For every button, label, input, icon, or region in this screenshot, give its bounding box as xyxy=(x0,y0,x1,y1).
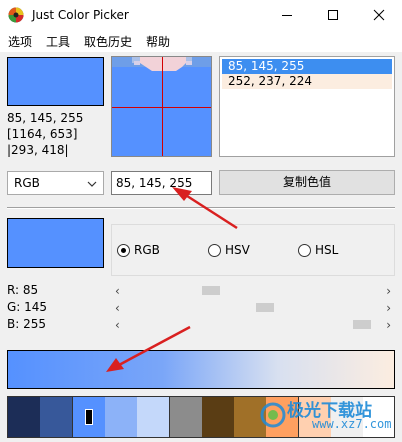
minimize-icon xyxy=(282,15,292,16)
window-position-readout: |293, 418| xyxy=(7,143,69,157)
screen-position-readout: [1164, 653] xyxy=(7,127,78,141)
blue-channel-label: B: 255 xyxy=(7,317,46,331)
maximize-icon xyxy=(328,10,338,20)
watermark: 极光下载站 www.xz7.com xyxy=(256,396,396,438)
color-picker-logo-icon xyxy=(8,7,24,23)
close-button[interactable] xyxy=(356,0,402,30)
chevron-right-icon[interactable]: › xyxy=(386,301,391,315)
radio-label: HSV xyxy=(225,243,250,257)
palette-swatch[interactable] xyxy=(201,397,235,437)
chevron-left-icon[interactable]: ‹ xyxy=(115,301,120,315)
menu-color-history[interactable]: 取色历史 xyxy=(84,33,132,50)
minimize-button[interactable] xyxy=(264,0,310,30)
palette-swatch[interactable] xyxy=(137,397,171,437)
green-slider[interactable]: ‹ › xyxy=(111,301,395,315)
menu-help[interactable]: 帮助 xyxy=(146,33,170,50)
palette-swatch[interactable] xyxy=(169,397,203,437)
color-format-value: RGB xyxy=(14,176,40,190)
menu-tools[interactable]: 工具 xyxy=(46,33,70,50)
color-format-select[interactable]: RGB xyxy=(7,171,104,195)
slider-thumb[interactable] xyxy=(353,320,371,329)
current-color-swatch xyxy=(7,57,104,106)
red-channel-label: R: 85 xyxy=(7,283,39,297)
palette-swatch[interactable] xyxy=(104,397,138,437)
history-item[interactable]: 85, 145, 255 xyxy=(222,59,392,74)
radio-indicator xyxy=(117,244,130,257)
selected-color-swatch xyxy=(7,218,104,268)
current-palette-marker xyxy=(84,409,93,425)
history-item[interactable]: 252, 237, 224 xyxy=(222,74,392,89)
radio-label: RGB xyxy=(134,243,160,257)
maximize-button[interactable] xyxy=(310,0,356,30)
rgb-readout: 85, 145, 255 xyxy=(7,111,84,125)
watermark-url: www.xz7.com xyxy=(312,417,392,431)
zoom-magnifier xyxy=(111,56,212,157)
palette-swatch[interactable] xyxy=(8,397,41,437)
menu-bar: 选项 工具 取色历史 帮助 xyxy=(0,30,402,52)
palette-swatch[interactable] xyxy=(72,397,106,437)
color-value-input[interactable] xyxy=(111,171,212,195)
chevron-right-icon[interactable]: › xyxy=(386,318,391,332)
color-history-list[interactable]: 85, 145, 255 252, 237, 224 xyxy=(219,56,395,157)
title-bar: Just Color Picker xyxy=(0,0,402,30)
palette-swatch[interactable] xyxy=(40,397,74,437)
magnifier-view xyxy=(112,57,211,156)
watermark-logo-icon xyxy=(260,402,286,428)
color-gradient-bar[interactable] xyxy=(7,350,395,389)
radio-label: HSL xyxy=(315,243,339,257)
slider-thumb[interactable] xyxy=(202,286,221,295)
chevron-right-icon[interactable]: › xyxy=(386,284,391,298)
menu-options[interactable]: 选项 xyxy=(8,33,32,50)
window-title: Just Color Picker xyxy=(32,8,129,22)
separator xyxy=(7,207,395,209)
blue-slider[interactable]: ‹ › xyxy=(111,318,395,332)
chevron-left-icon[interactable]: ‹ xyxy=(115,284,120,298)
close-icon xyxy=(373,9,385,21)
chevron-down-icon xyxy=(87,181,97,187)
chevron-left-icon[interactable]: ‹ xyxy=(115,318,120,332)
radio-indicator xyxy=(208,244,221,257)
radio-indicator xyxy=(298,244,311,257)
copy-color-button[interactable]: 复制色值 xyxy=(219,170,395,195)
slider-thumb[interactable] xyxy=(255,303,274,312)
red-slider[interactable]: ‹ › xyxy=(111,284,395,298)
green-channel-label: G: 145 xyxy=(7,300,48,314)
